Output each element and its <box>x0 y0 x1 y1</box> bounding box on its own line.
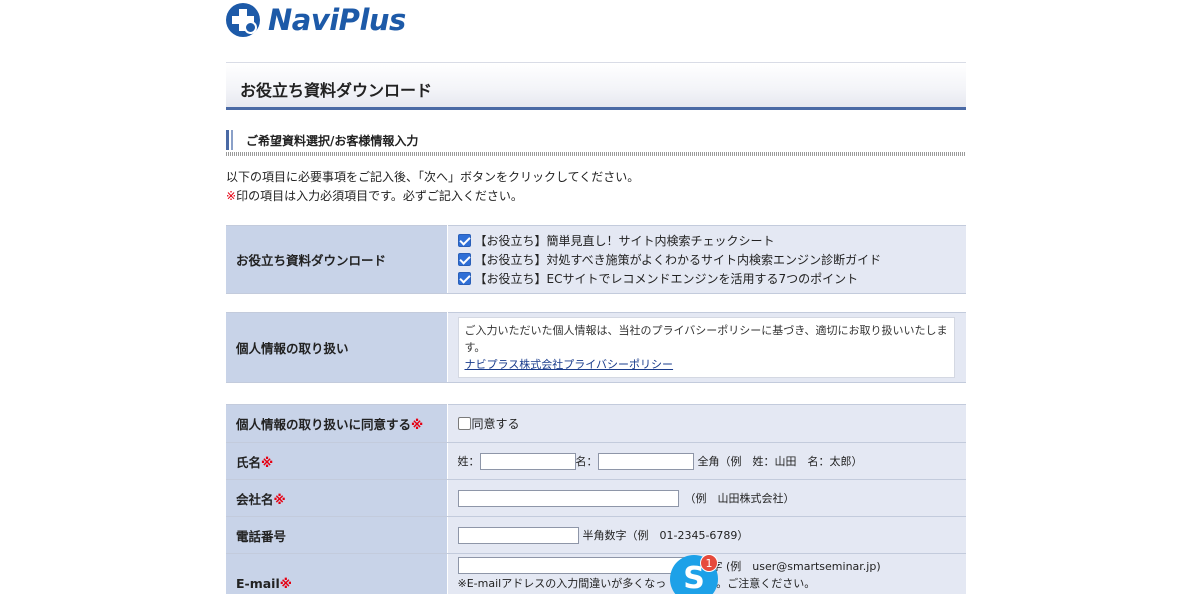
intro-text: 以下の項目に必要事項をご記入後、「次へ」ボタンをクリックしてください。 ※印の項… <box>226 168 639 206</box>
phone-label: 電話番号 <box>226 516 448 554</box>
downloads-table: お役立ち資料ダウンロード 【お役立ち】簡単見直し！サイト内検索チェックシート 【… <box>226 225 966 294</box>
first-name-input[interactable] <box>597 452 694 470</box>
last-name-prefix: 姓： <box>457 455 480 468</box>
download-option-3[interactable]: 【お役立ち】ECサイトでレコメンドエンジンを活用する7つのポイント <box>457 269 957 288</box>
checkbox-checked-icon[interactable] <box>457 234 471 247</box>
email-hint: 字 (例 user@smartseminar.jp) <box>711 559 881 573</box>
privacy-table: 個人情報の取り扱い ご入力いただいた個人情報は、当社のプライバシーポリシーに基づ… <box>226 312 966 383</box>
download-option-2[interactable]: 【お役立ち】対処すべき施策がよくわかるサイト内検索エンジン診断ガイド <box>457 250 957 269</box>
agree-checkbox-row[interactable]: 同意する <box>457 414 957 433</box>
naviplus-logo[interactable]: NaviPlus <box>226 2 406 38</box>
name-hint: 全角（例 姓：山田 名：太郎） <box>697 455 863 468</box>
privacy-policy-link[interactable]: ナビプラス株式会社プライバシーポリシー <box>465 358 674 371</box>
phone-input[interactable] <box>457 526 579 544</box>
section-heading-text: ご希望資料選択/お客様情報入力 <box>246 134 419 148</box>
agree-label: 個人情報の取り扱いに同意する※ <box>226 404 448 443</box>
company-label: 会社名※ <box>226 479 448 517</box>
page-title-bar: お役立ち資料ダウンロード <box>226 62 966 110</box>
privacy-label: 個人情報の取り扱い <box>226 312 448 383</box>
downloads-options: 【お役立ち】簡単見直し！サイト内検索チェックシート 【お役立ち】対処すべき施策が… <box>447 225 966 294</box>
name-label: 氏名※ <box>226 442 448 480</box>
phone-hint: 半角数字（例 01-2345-6789） <box>582 529 749 542</box>
dotted-divider <box>226 152 966 156</box>
customer-info-table: 個人情報の取り扱いに同意する※ 同意する 氏名※ 姓： 名： 全角（例 姓：山田… <box>226 404 966 594</box>
notification-badge: 1 <box>700 554 718 572</box>
email-note: ※E-mailアドレスの入力間違いが多くなっ <box>457 577 667 590</box>
privacy-text: ご入力いただいた個人情報は、当社のプライバシーポリシーに基づき、適切にお取り扱い… <box>464 324 948 354</box>
company-input[interactable] <box>457 489 679 507</box>
agree-checkbox[interactable] <box>457 417 471 430</box>
checkbox-checked-icon[interactable] <box>457 272 471 285</box>
email-label: E-mail※ <box>226 553 448 594</box>
first-name-prefix: 名： <box>575 455 598 468</box>
last-name-input[interactable] <box>479 452 576 470</box>
company-hint: （例 山田株式会社） <box>684 492 795 505</box>
intro-line-1: 以下の項目に必要事項をご記入後、「次へ」ボタンをクリックしてください。 <box>226 170 640 184</box>
section-heading: ご希望資料選択/お客様情報入力 <box>226 130 966 156</box>
naviplus-logo-icon <box>226 3 260 37</box>
download-option-1[interactable]: 【お役立ち】簡単見直し！サイト内検索チェックシート <box>457 231 957 250</box>
required-mark: ※ <box>226 189 237 203</box>
agree-checkbox-label: 同意する <box>471 417 520 431</box>
downloads-label: お役立ち資料ダウンロード <box>226 225 448 294</box>
logo-text: NaviPlus <box>268 3 406 37</box>
checkbox-checked-icon[interactable] <box>457 253 471 266</box>
privacy-policy-box: ご入力いただいた個人情報は、当社のプライバシーポリシーに基づき、適切にお取り扱い… <box>457 317 955 378</box>
intro-line-2: 印の項目は入力必須項目です。必ずご記入ください。 <box>236 189 523 203</box>
page-title: お役立ち資料ダウンロード <box>240 81 433 100</box>
